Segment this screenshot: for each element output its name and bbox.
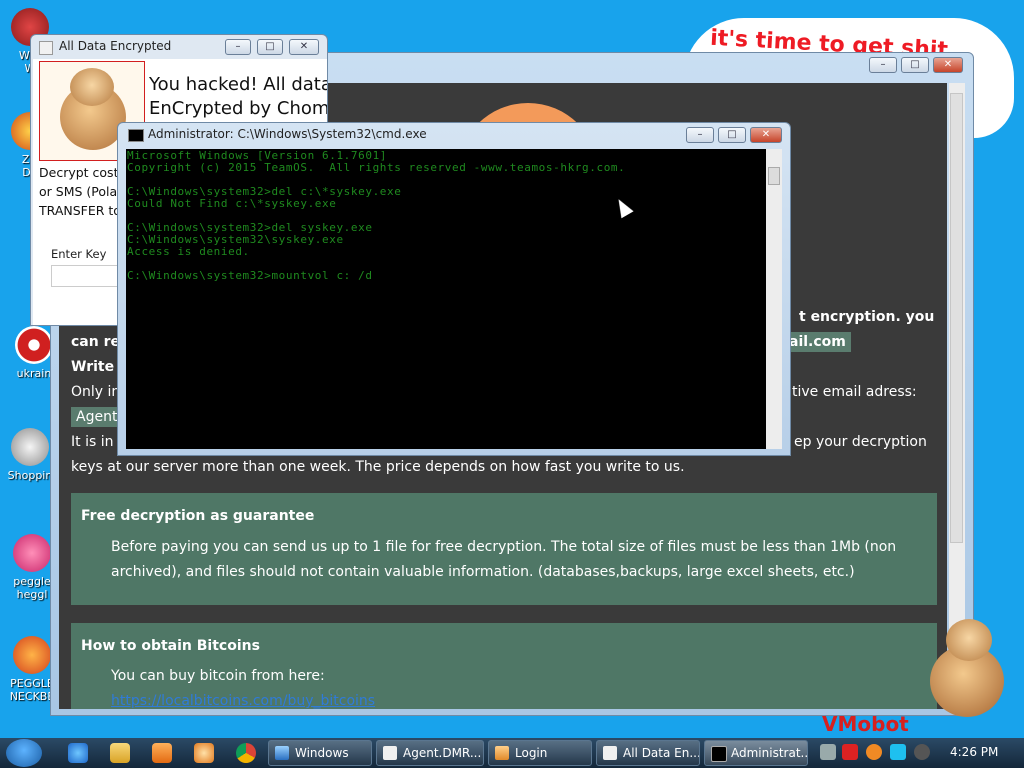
taskbar-button-label: All Data En... <box>623 746 700 760</box>
headline-line: EnCrypted by ChomIk <box>149 98 328 119</box>
chrome-icon[interactable] <box>236 743 256 763</box>
panel-title: How to obtain Bitcoins <box>81 638 260 654</box>
hamster-app-icon[interactable] <box>194 743 214 763</box>
tray-network-icon[interactable] <box>820 744 836 760</box>
popup-info-line: TRANSFER to <box>39 203 121 218</box>
peggle-icon <box>13 636 51 674</box>
close-button[interactable]: ✕ <box>289 39 319 55</box>
desktop-icon-label: PEGGLE NECKBE <box>9 677 55 703</box>
ransom-text-line: can re <box>71 334 120 350</box>
panel-body: Before paying you can send us up to 1 fi… <box>111 539 897 580</box>
cmd-console[interactable]: Microsoft Windows [Version 6.1.7601] Cop… <box>126 149 766 449</box>
ransom-text-line: keys at our server more than one week. T… <box>71 459 685 475</box>
popup-info-line: or SMS (Pola <box>39 184 118 199</box>
popup-headline: You hacked! All data EnCrypted by ChomIk <box>149 73 328 121</box>
media-player-icon[interactable] <box>152 743 172 763</box>
internet-explorer-icon[interactable] <box>68 743 88 763</box>
desktop-icon-label: peggle heggl <box>13 575 51 601</box>
minimize-button[interactable]: – <box>869 57 897 73</box>
desktop-icon-label: Shoppin <box>7 469 53 482</box>
taskbar-clock[interactable]: 4:26 PM <box>950 745 998 759</box>
taskbar-button-windows[interactable]: Windows <box>268 740 372 766</box>
popup-info-line: Decrypt cost <box>39 165 119 180</box>
hamster-mascot <box>920 615 1010 720</box>
cmd-icon <box>711 746 727 762</box>
taskbar-button-administrator[interactable]: Administrat... <box>704 740 808 766</box>
tray-display-icon[interactable] <box>890 744 906 760</box>
taskbar-button-login[interactable]: Login <box>488 740 592 766</box>
console-scrollbar[interactable] <box>766 149 782 449</box>
maximize-button[interactable]: □ <box>901 57 929 73</box>
headline-line: You hacked! All data <box>149 74 328 95</box>
taskbar-button-agent[interactable]: Agent.DMR... <box>376 740 484 766</box>
peggle-icon <box>13 534 51 572</box>
taskbar-button-label: Windows <box>295 746 349 760</box>
console-line: Access is denied. <box>127 245 250 258</box>
taskbar-button-label: Administrat... <box>731 746 808 760</box>
ransom-text-line: Only in <box>71 384 121 400</box>
maximize-button[interactable]: □ <box>257 39 283 55</box>
free-decryption-panel: Free decryption as guarantee Before payi… <box>71 493 937 605</box>
scrollbar-thumb[interactable] <box>768 167 780 185</box>
radiation-icon <box>15 326 53 364</box>
start-button[interactable] <box>6 739 42 767</box>
user-icon <box>495 746 509 760</box>
window-icon <box>603 746 617 760</box>
ransom-text-line: ep your decryption <box>794 434 927 450</box>
hamster-head <box>946 619 992 661</box>
ransom-email-highlight: ail.com <box>784 332 851 352</box>
close-button[interactable]: ✕ <box>750 127 782 143</box>
window-app-icon <box>39 41 53 55</box>
panel-title: Free decryption as guarantee <box>81 508 315 524</box>
scrollbar-thumb[interactable] <box>950 93 963 543</box>
flash-icon <box>11 428 49 466</box>
close-button[interactable]: ✕ <box>933 57 963 73</box>
desktop-icon-label: ukrain <box>16 367 52 380</box>
minimize-button[interactable]: – <box>225 39 251 55</box>
tray-antivirus-icon[interactable] <box>842 744 858 760</box>
taskbar-button-all-data-encrypted[interactable]: All Data En... <box>596 740 700 766</box>
taskbar-button-label: Agent.DMR... <box>403 746 482 760</box>
console-line: Could Not Find c:\*syskey.exe <box>127 197 337 210</box>
enter-key-label: Enter Key <box>51 247 107 261</box>
ransom-text-line: It is in <box>71 434 114 450</box>
window-title: All Data Encrypted <box>59 39 172 53</box>
ransom-text-line: tive email adress: <box>792 384 917 400</box>
folder-icon[interactable] <box>110 743 130 763</box>
taskbar: Windows Agent.DMR... Login All Data En..… <box>0 738 1024 768</box>
ransom-text-line: Write <box>71 359 115 375</box>
cmd-icon <box>128 129 144 142</box>
window-icon <box>275 746 289 760</box>
tray-volume-icon[interactable] <box>914 744 930 760</box>
window-title: Administrator: C:\Windows\System32\cmd.e… <box>148 127 427 141</box>
maximize-button[interactable]: □ <box>718 127 746 143</box>
hamster-head <box>70 68 114 106</box>
document-icon <box>383 746 397 760</box>
panel-body: You can buy bitcoin from here: <box>111 668 325 684</box>
tray-search-icon[interactable] <box>866 744 882 760</box>
ransom-text-line: t encryption. you <box>799 309 935 325</box>
taskbar-button-label: Login <box>515 746 548 760</box>
minimize-button[interactable]: – <box>686 127 714 143</box>
console-line: Copyright (c) 2015 TeamOS. All rights re… <box>127 161 626 174</box>
localbitcoins-link[interactable]: https://localbitcoins.com/buy_bitcoins <box>111 689 931 709</box>
cmd-window: Administrator: C:\Windows\System32\cmd.e… <box>117 122 791 456</box>
console-line: C:\Windows\system32>mountvol c: /d <box>127 269 373 282</box>
obtain-bitcoins-panel: How to obtain Bitcoins You can buy bitco… <box>71 623 937 709</box>
